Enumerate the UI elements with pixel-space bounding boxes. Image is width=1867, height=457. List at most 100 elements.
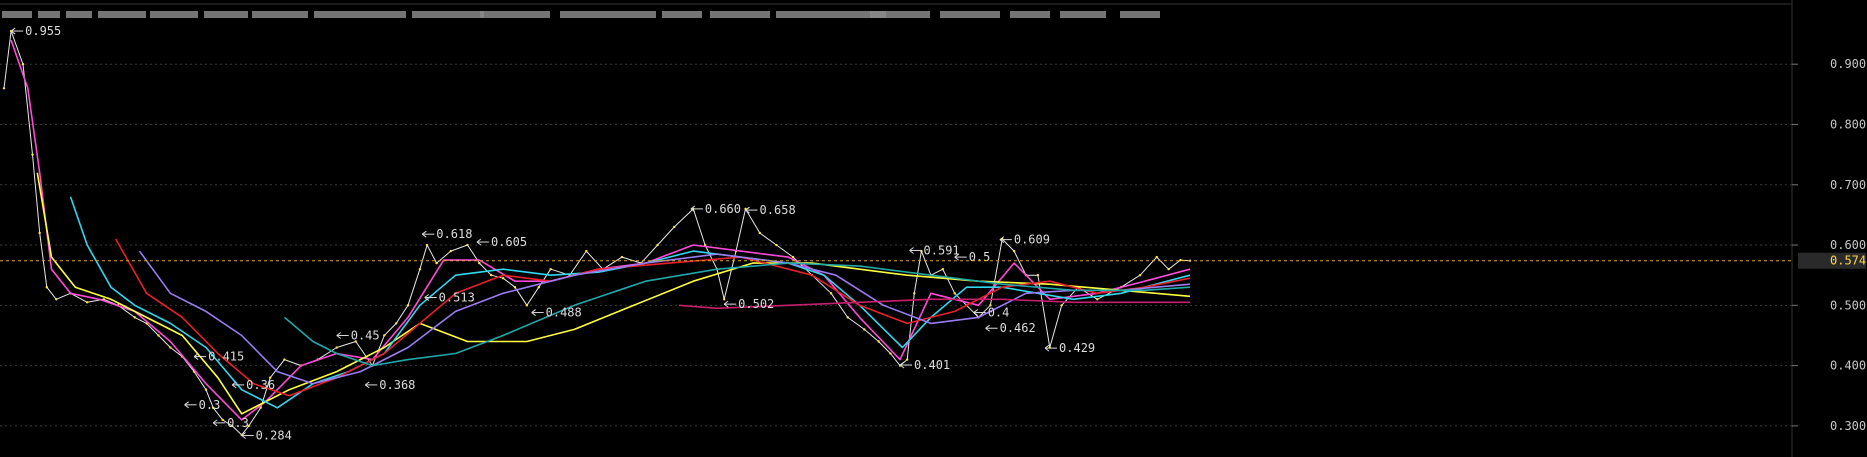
price-point: [758, 231, 762, 235]
annotation-label: 0.284: [256, 429, 292, 443]
price-point: [549, 267, 552, 271]
price-point: [55, 298, 58, 301]
header-noise-block: [662, 11, 702, 18]
price-point: [1155, 255, 1158, 259]
header-noise-block: [1060, 11, 1106, 18]
annotation-label: 0.3: [199, 398, 221, 412]
price-point: [953, 292, 956, 295]
header-noise-block: [38, 11, 60, 18]
header-noise-block: [252, 11, 308, 18]
price-point: [941, 267, 945, 271]
header-noise-block: [314, 11, 406, 18]
y-tick-label: 0.500: [1830, 298, 1866, 312]
price-point: [1096, 298, 1099, 301]
price-point: [449, 249, 453, 253]
price-point: [585, 249, 588, 253]
price-point: [791, 255, 795, 259]
price-point: [169, 346, 172, 349]
price-point: [889, 352, 892, 355]
price-point: [204, 388, 208, 391]
annotation-label: 0.4: [988, 306, 1010, 320]
annotation-label: 0.502: [738, 297, 774, 311]
price-point: [537, 286, 540, 289]
price-point: [1036, 273, 1040, 277]
price-point: [525, 304, 529, 307]
y-tick-label: 0.400: [1830, 359, 1866, 373]
price-point: [877, 340, 880, 343]
price-point: [829, 292, 833, 295]
y-tick-label: 0.700: [1830, 178, 1866, 192]
annotation-label: 0.609: [1014, 233, 1050, 247]
price-chart[interactable]: 0.955 0.618 0.605 0.513 0.488 0.45 0.415 0.368 0…: [0, 0, 1867, 457]
price-point: [418, 267, 422, 271]
price-point: [21, 62, 25, 66]
annotation-label: 0.429: [1059, 341, 1095, 355]
price-point: [620, 255, 624, 259]
annotation-label: 0.618: [436, 227, 472, 241]
y-tick-label: 0.900: [1830, 57, 1866, 71]
y-tick-label: 0.300: [1830, 419, 1866, 433]
price-point: [435, 261, 438, 265]
price-point: [501, 276, 505, 280]
price-point: [2, 87, 6, 90]
header-noise-block: [1010, 11, 1050, 18]
annotation-label: 0.955: [25, 24, 61, 38]
price-point: [335, 346, 338, 349]
price-point: [85, 301, 89, 304]
price-point: [863, 328, 866, 331]
price-point: [1060, 304, 1063, 307]
annotation-label: 0.488: [546, 306, 582, 320]
annotation-label: 0.658: [760, 203, 796, 217]
chart-background: [0, 0, 1867, 457]
price-point: [133, 316, 136, 319]
price-point: [157, 334, 160, 337]
header-noise-block: [66, 11, 92, 18]
price-point: [1012, 249, 1016, 253]
price-point: [846, 316, 849, 319]
price-point: [394, 322, 398, 325]
price-point: [466, 243, 469, 247]
header-noise-block: [776, 11, 886, 18]
header-noise-block: [2, 11, 32, 18]
annotation-label: 0.368: [379, 378, 415, 392]
header-noise-block: [412, 11, 484, 18]
annotation-label: 0.36: [246, 378, 275, 392]
price-point: [1138, 273, 1142, 277]
y-tick-label: 0.600: [1830, 238, 1866, 252]
price-point: [513, 286, 517, 289]
header-noise-block: [560, 11, 656, 18]
price-point: [913, 292, 916, 295]
price-point: [722, 298, 726, 301]
price-point: [38, 231, 41, 235]
header-noise-block: [480, 11, 550, 18]
header-noise-block: [98, 11, 146, 18]
price-point: [656, 243, 659, 247]
header-noise-block: [204, 11, 248, 18]
annotation-label: 0.5: [969, 250, 991, 264]
annotation-label: 0.401: [914, 358, 950, 372]
price-point: [1167, 267, 1170, 271]
annotation-label: 0.462: [1000, 321, 1036, 335]
annotation-label: 0.605: [491, 235, 527, 249]
header-noise-block: [150, 11, 198, 18]
annotation-label: 0.415: [208, 350, 244, 364]
price-point: [673, 225, 676, 229]
price-point: [425, 243, 429, 247]
price-point: [383, 334, 386, 337]
price-point: [478, 261, 481, 265]
current-price-label: 0.574: [1830, 254, 1866, 268]
annotation-label: 0.660: [705, 202, 741, 216]
annotation-label: 0.3: [227, 416, 249, 430]
price-point: [31, 153, 34, 156]
y-tick-label: 0.800: [1830, 117, 1866, 131]
annotation-label: 0.591: [924, 243, 960, 257]
annotation-label: 0.513: [439, 290, 475, 304]
price-point: [406, 304, 410, 307]
price-point: [283, 358, 286, 361]
price-point: [45, 286, 48, 289]
header-noise-block: [710, 11, 770, 18]
price-point: [1179, 258, 1182, 262]
price-point: [490, 273, 493, 277]
price-point: [775, 243, 778, 247]
header-noise-block: [1120, 11, 1160, 18]
